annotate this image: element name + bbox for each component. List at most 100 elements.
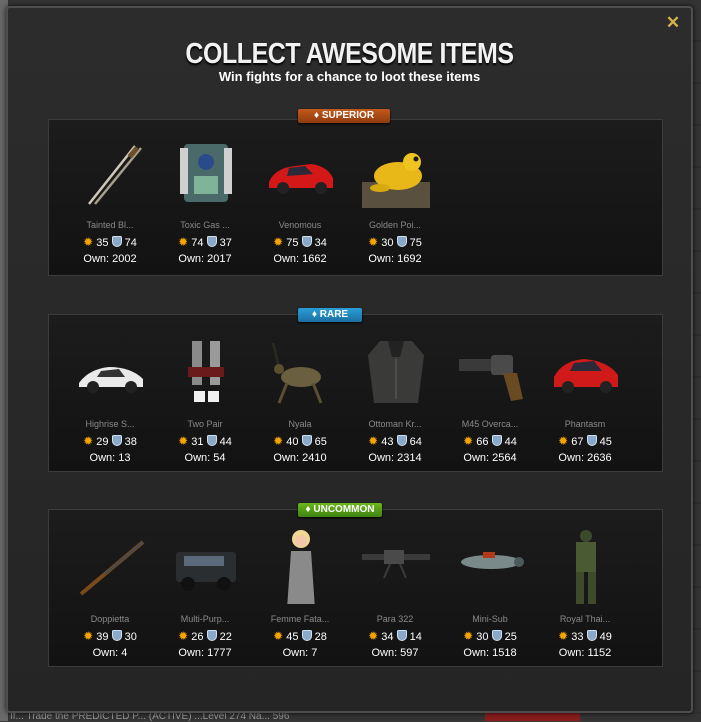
item-name: M45 Overca... [461,419,519,429]
twin-swords-icon [88,145,142,205]
attack-value: 39 [96,631,109,643]
defense-icon [206,435,217,446]
item-name: Venomous [278,220,322,230]
attack-value: 67 [571,436,584,448]
pistols-dice-icon [188,341,224,402]
attack-value: 75 [286,237,299,249]
item-name: Doppietta [90,614,130,624]
attack-icon: ✹ [83,434,94,448]
defense-icon [206,630,217,641]
defense-icon [111,630,122,641]
defense-value: 44 [219,436,232,448]
item-stats: ✹ 66 44 [443,434,537,448]
item-stats: ✹ 34 14 [348,629,442,643]
defense-value: 44 [504,436,517,448]
item-stats: ✹ 30 25 [443,629,537,643]
attack-icon: ✹ [463,629,474,643]
gas-canister-icon [180,144,232,202]
item-own-count: Own: 54 [184,452,226,464]
item-name: Tainted Bl... [86,220,134,230]
defense-value: 38 [124,436,137,448]
attack-icon: ✹ [368,434,379,448]
item-stats: ✹ 39 30 [63,629,157,643]
defense-icon [396,435,407,446]
item-own-count: Own: 597 [371,647,419,659]
item-name: Para 322 [376,614,414,624]
section-rare: Highrise S... ✹ 29 38 Own: 13 Two Pair ✹… [48,314,663,472]
attack-value: 43 [381,436,394,448]
attack-value: 30 [381,237,394,249]
item-own-count: Own: 1518 [463,647,517,659]
blonde-woman-icon [287,530,315,604]
attack-value: 35 [96,237,109,249]
item-name: Ottoman Kr... [368,419,422,429]
item-stats: ✹ 74 37 [158,235,252,249]
attack-icon: ✹ [178,235,189,249]
armor-vest-icon [368,341,424,403]
armored-suv-icon [176,552,236,591]
attack-icon: ✹ [368,235,379,249]
item-name: Golden Poi... [368,220,422,230]
item-own-count: Own: 13 [89,452,131,464]
badge-superior: ♦ SUPERIOR [298,109,390,123]
defense-icon [301,435,312,446]
attack-icon: ✹ [83,629,94,643]
close-icon[interactable]: ✕ [665,14,681,31]
attack-value: 26 [191,631,204,643]
item-name: Mini-Sub [472,614,508,624]
defense-icon [206,236,217,247]
item-name: Toxic Gas ... [180,220,230,230]
item-stats: ✹ 35 74 [63,235,157,249]
defense-value: 75 [409,237,422,249]
machine-gun-icon [362,550,430,579]
defense-value: 25 [504,631,517,643]
defense-value: 45 [599,436,612,448]
defense-value: 37 [219,237,232,249]
attack-value: 31 [191,436,204,448]
item-stats: ✹ 31 44 [158,434,252,448]
defense-value: 65 [314,436,327,448]
mini-sub-icon [461,552,524,569]
item-name: Phantasm [564,419,606,429]
defense-value: 74 [124,237,137,249]
collect-items-modal: ✕ COLLECT AWESOME ITEMS Win fights for a… [6,6,693,713]
attack-value: 30 [476,631,489,643]
section-superior: Tainted Bl... ✹ 35 74 Own: 2002 Toxic Ga… [48,119,663,276]
defense-icon [301,236,312,247]
attack-value: 29 [96,436,109,448]
badge-rare: ♦ RARE [298,308,362,322]
item-stats: ✹ 75 34 [253,235,347,249]
section-uncommon: Doppietta ✹ 39 30 Own: 4 Multi-Purp... ✹… [48,509,663,667]
defense-icon [111,435,122,446]
item-own-count: Own: 2636 [558,452,612,464]
attack-icon: ✹ [273,629,284,643]
item-name: Femme Fata... [270,614,330,624]
attack-icon: ✹ [178,434,189,448]
attack-value: 66 [476,436,489,448]
attack-icon: ✹ [463,434,474,448]
attack-icon: ✹ [178,629,189,643]
modal-subtitle: Win fights for a chance to loot these it… [218,69,481,84]
item-stats: ✹ 26 22 [158,629,252,643]
defense-value: 64 [409,436,422,448]
antelope-icon [271,342,323,404]
item-stats: ✹ 33 49 [538,629,632,643]
defense-icon [491,435,502,446]
item-own-count: Own: 2410 [273,452,327,464]
defense-value: 14 [409,631,422,643]
item-own-count: Own: 4 [92,647,128,659]
soldier-icon [576,530,596,604]
attack-icon: ✹ [273,235,284,249]
defense-value: 28 [314,631,327,643]
item-name: Nyala [288,419,312,429]
defense-value: 30 [124,631,137,643]
attack-value: 45 [286,631,299,643]
attack-icon: ✹ [83,235,94,249]
shotgun-icon [79,540,145,596]
item-own-count: Own: 1152 [558,647,612,659]
item-name: Royal Thai... [559,614,611,624]
item-stats: ✹ 29 38 [63,434,157,448]
item-stats: ✹ 43 64 [348,434,442,448]
modal-title: COLLECT AWESOME ITEMS [185,38,514,70]
item-own-count: Own: 2314 [368,452,422,464]
